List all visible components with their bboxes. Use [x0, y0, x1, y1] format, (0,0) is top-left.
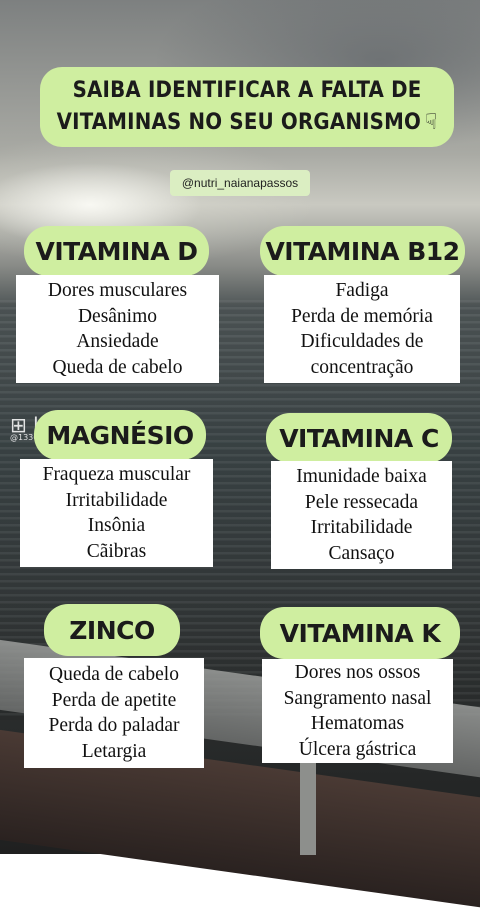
list-item: Dificuldades de — [300, 331, 424, 352]
card-title-vitamina-k: VITAMINA K — [260, 607, 460, 659]
card-title-vitamina-b12: VITAMINA B12 — [260, 226, 465, 276]
header-line-1: SAIBA IDENTIFICAR A FALTA DE — [72, 78, 422, 103]
card-list-vitamina-c: Imunidade baixa Pele ressecada Irritabil… — [271, 461, 452, 569]
list-item: Pele ressecada — [304, 491, 419, 513]
card-title-vitamina-d: VITAMINA D — [24, 226, 209, 276]
hand-pointing-down-icon: ☟ — [425, 110, 438, 135]
card-list-zinco: Queda de cabelo Perda de apetite Perda d… — [24, 658, 204, 768]
list-item: Hematomas — [310, 713, 405, 734]
list-item: Cansaço — [328, 542, 395, 564]
list-item: Imunidade baixa — [296, 466, 427, 487]
card-list-magnesio: Fraqueza muscular Irritabilidade Insônia… — [20, 459, 213, 567]
list-item: Sangramento nasal — [283, 687, 432, 709]
list-item: Queda de cabelo — [52, 356, 183, 378]
list-item: Fraqueza muscular — [42, 464, 191, 485]
list-item: Insônia — [87, 515, 146, 536]
list-item: Fadiga — [335, 280, 389, 301]
card-title-zinco: ZINCO — [44, 604, 180, 656]
list-item: Desânimo — [77, 305, 158, 327]
list-item: Irritabilidade — [65, 489, 168, 511]
list-item: Perda de memória — [291, 305, 433, 327]
list-item: Dores musculares — [47, 280, 188, 301]
card-title-magnesio: MAGNÉSIO — [34, 410, 206, 460]
header-banner: SAIBA IDENTIFICAR A FALTA DE VITAMINAS N… — [40, 67, 454, 147]
list-item: Dores nos ossos — [294, 662, 421, 683]
card-title-vitamina-c: VITAMINA C — [266, 413, 452, 463]
list-item: Letargia — [81, 740, 147, 762]
list-item: Queda de cabelo — [49, 664, 179, 685]
card-list-vitamina-k: Dores nos ossos Sangramento nasal Hemato… — [262, 659, 453, 763]
list-item: Cãibras — [86, 540, 147, 562]
list-item: Ansiedade — [76, 331, 159, 352]
list-item: Irritabilidade — [310, 517, 413, 538]
list-item: Perda de apetite — [51, 689, 177, 711]
list-item: Perda do paladar — [48, 715, 180, 736]
list-item: concentração — [310, 356, 414, 378]
author-handle: @nutri_naianapassos — [170, 170, 310, 196]
card-list-vitamina-b12: Fadiga Perda de memória Dificuldades de … — [264, 275, 460, 383]
header-line-2: VITAMINAS NO SEU ORGANISMO ☟ — [57, 107, 438, 139]
card-list-vitamina-d: Dores musculares Desânimo Ansiedade Qued… — [16, 275, 219, 383]
list-item: Úlcera gástrica — [298, 738, 417, 760]
